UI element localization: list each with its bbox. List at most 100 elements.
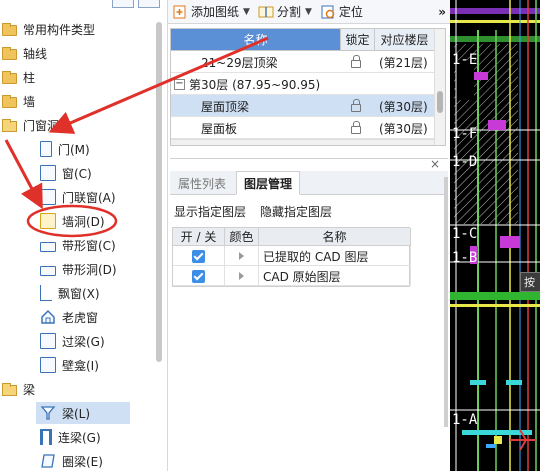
expand-button[interactable] — [138, 0, 160, 8]
axis-label: 1-E — [452, 52, 478, 68]
tree-item-axis[interactable]: 轴线 — [2, 42, 162, 64]
layer-row[interactable]: CAD 原始图层 — [173, 266, 411, 286]
floor-table-vscroll[interactable] — [434, 29, 445, 145]
locate-label: 定位 — [338, 5, 363, 19]
tab-properties[interactable]: 属性列表 — [170, 171, 234, 195]
lock-icon[interactable] — [351, 117, 361, 139]
color-dropdown-icon[interactable] — [239, 252, 244, 260]
tree-item-label: 门联窗(A) — [62, 190, 116, 205]
drawing-toolbar: 添加图纸 ▼ 分割 ▼ 定位 » — [168, 0, 450, 24]
column-header-floor[interactable]: 对应楼层 — [375, 29, 435, 51]
tree-item-label: 门(M) — [58, 142, 90, 157]
tree-item-beam[interactable]: 梁(L) — [36, 402, 130, 424]
niche-icon — [40, 357, 56, 373]
chevron-down-icon: ▼ — [304, 6, 312, 17]
tree-item-label: 柱 — [23, 70, 36, 85]
tab-layer-management[interactable]: 图层管理 — [236, 171, 300, 195]
axis-label: 1-B — [452, 250, 478, 266]
row-name: 屋面顶梁 — [201, 99, 250, 114]
tree-scrollbar[interactable] — [156, 22, 162, 362]
tree-item-lintel[interactable]: 过梁(G) — [40, 330, 167, 352]
tree-item-door-window[interactable]: 门联窗(A) — [40, 186, 167, 208]
tree-item-window[interactable]: 窗(C) — [40, 162, 167, 184]
row-name: 屋面板 — [201, 121, 238, 136]
tree-item-label: 壁龛(I) — [62, 358, 99, 373]
show-layer-button[interactable]: 显示指定图层 — [174, 203, 246, 220]
color-dropdown-icon[interactable] — [239, 272, 244, 280]
axis-label: 1-A — [452, 412, 478, 428]
column-header-toggle[interactable]: 开 / 关 — [173, 228, 225, 246]
add-drawing-label: 添加图纸 — [191, 5, 240, 19]
tree-item-niche[interactable]: 壁龛(I) — [40, 354, 167, 376]
column-header-color[interactable]: 颜色 — [225, 228, 259, 246]
window-icon — [40, 165, 56, 181]
locate-button[interactable]: 定位 — [316, 0, 367, 24]
app-window: 常用构件类型 轴线 柱 墙 门窗洞 门(M) 窗(C) 门联窗(A) 墙洞(D)… — [0, 0, 540, 471]
folder-icon — [2, 95, 17, 108]
axis-label: 1-D — [452, 154, 478, 170]
table-group-row[interactable]: − 第30层 (87.95~90.95) — [171, 73, 435, 95]
folder-icon — [2, 23, 17, 36]
column-header-name[interactable]: 名称 — [259, 228, 411, 246]
lock-icon[interactable] — [351, 51, 361, 73]
lock-icon[interactable] — [351, 95, 361, 117]
cad-drawing-canvas[interactable]: 1-E 1-F 1-D 1-C 1-B 1-A — [450, 0, 540, 471]
split-label: 分割 — [276, 5, 301, 19]
tree-item-column[interactable]: 柱 — [2, 66, 162, 88]
locate-icon — [320, 4, 336, 20]
toolbar-more-button[interactable]: » — [434, 0, 450, 24]
panel-tabbar: 属性列表 图层管理 — [170, 171, 448, 195]
tree-item-door-window-opening[interactable]: 门窗洞 — [2, 114, 162, 136]
add-drawing-icon — [172, 4, 188, 20]
split-icon — [258, 4, 274, 20]
tree-item-ring-beam[interactable]: 圈梁(E) — [40, 450, 167, 471]
tree-item-strip-window[interactable]: 带形窗(C) — [40, 234, 167, 256]
layer-toggle-checkbox[interactable] — [192, 269, 205, 283]
tree-item-label: 墙洞(D) — [62, 214, 105, 229]
tree-item-label: 窗(C) — [62, 166, 92, 181]
panel-splitter[interactable] — [444, 177, 448, 427]
tree-item-bay-window[interactable]: 飘窗(X) — [40, 282, 167, 304]
column-header-name[interactable]: 名称 — [171, 29, 341, 51]
drawing-floor-table: 名称 锁定 对应楼层 21~29层顶梁 (第21层) − 第30层 (87.95… — [170, 28, 446, 146]
table-row[interactable]: 21~29层顶梁 (第21层) — [171, 51, 435, 73]
add-drawing-button[interactable]: 添加图纸 ▼ — [168, 0, 254, 24]
folder-icon — [2, 71, 17, 84]
tree-item-wall[interactable]: 墙 — [2, 90, 162, 112]
strip-window-icon — [40, 241, 56, 252]
floor-table-hscroll[interactable] — [171, 139, 435, 145]
table-row-selected[interactable]: 屋面顶梁 (第30层) — [171, 95, 435, 117]
layer-name: CAD 原始图层 — [259, 266, 411, 286]
lintel-icon — [40, 333, 56, 349]
layer-row[interactable]: 已提取的 CAD 图层 — [173, 246, 411, 266]
layer-name: 已提取的 CAD 图层 — [259, 246, 411, 266]
tree-item-label: 圈梁(E) — [62, 454, 103, 469]
folder-icon — [2, 47, 17, 60]
tree-item-label: 墙 — [23, 94, 36, 109]
split-button[interactable]: 分割 ▼ — [254, 0, 316, 24]
tree-item-dormer-window[interactable]: 老虎窗 — [40, 306, 167, 328]
tree-item-coupling-beam[interactable]: 连梁(G) — [40, 426, 167, 448]
tree-item-label: 轴线 — [23, 46, 48, 61]
column-header-lock[interactable]: 锁定 — [341, 29, 375, 51]
scroll-thumb[interactable] — [437, 91, 443, 113]
collapse-button[interactable] — [112, 0, 134, 8]
collapse-toggle-icon[interactable]: − — [174, 78, 185, 90]
tree-item-common-types[interactable]: 常用构件类型 — [2, 18, 162, 40]
tree-item-wall-opening[interactable]: 墙洞(D) — [40, 210, 167, 232]
hide-layer-button[interactable]: 隐藏指定图层 — [260, 203, 332, 220]
axis-label: 1-C — [452, 226, 478, 242]
layer-toggle-checkbox[interactable] — [192, 249, 205, 263]
axis-label: 1-F — [452, 126, 478, 142]
group-name: 第30层 (87.95~90.95) — [189, 77, 321, 92]
tree-item-strip-opening[interactable]: 带形洞(D) — [40, 258, 167, 280]
bay-window-icon — [40, 285, 52, 301]
table-row[interactable]: 屋面板 (第30层) — [171, 117, 435, 139]
wall-opening-icon — [40, 213, 56, 229]
close-icon[interactable]: × — [430, 157, 440, 171]
row-floor: (第30层) — [379, 121, 428, 136]
cad-tooltip: 按 — [520, 272, 540, 292]
tree-item-label: 带形洞(D) — [62, 262, 117, 277]
tree-item-door[interactable]: 门(M) — [40, 138, 167, 160]
tree-item-beam-group[interactable]: 梁 — [2, 378, 162, 400]
